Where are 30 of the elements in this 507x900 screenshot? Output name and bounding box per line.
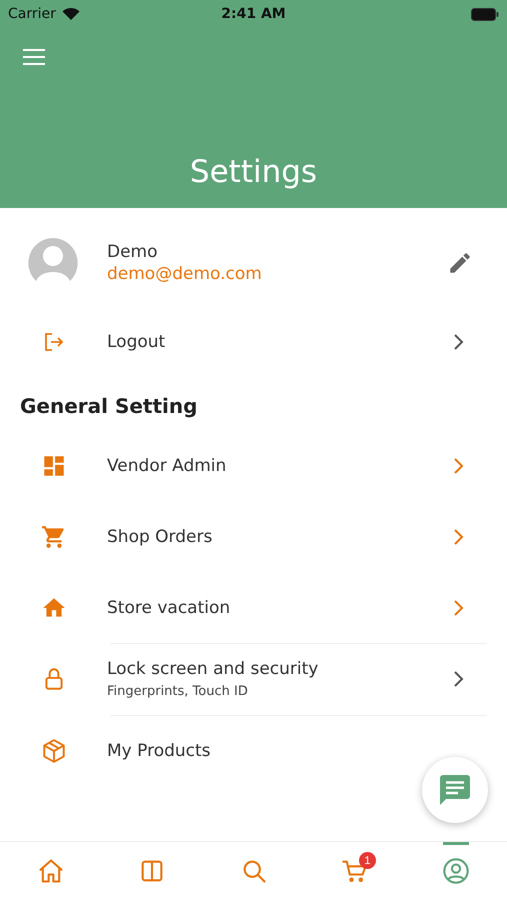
item-label: Lock screen and security [107, 659, 320, 679]
profile-name: Demo [107, 242, 159, 262]
carrier-label: Carrier [8, 6, 56, 22]
settings-item[interactable]: Store vacation [0, 572, 507, 643]
settings-item[interactable]: Vendor Admin [0, 430, 507, 501]
item-label: Store vacation [107, 598, 232, 618]
page-title: Settings [188, 154, 318, 190]
settings-item[interactable]: Shop Orders [0, 501, 507, 572]
status-time: 2:41 AM [220, 6, 287, 22]
menu-icon [22, 48, 46, 66]
chat-button[interactable] [422, 757, 488, 823]
settings-item[interactable]: My Products [0, 715, 507, 786]
battery-icon [471, 8, 500, 20]
chat-icon [437, 772, 473, 808]
box-icon [40, 738, 66, 764]
item-label: Vendor Admin [107, 456, 228, 476]
tab-button[interactable]: 1 [304, 842, 406, 900]
item-label: My Products [107, 740, 212, 760]
section-title: General Setting [20, 394, 198, 418]
profile-email: demo@demo.com [107, 264, 263, 284]
profile-icon [442, 857, 470, 885]
wifi-icon [62, 7, 80, 21]
cart-icon [40, 524, 66, 550]
menu-button[interactable] [22, 46, 48, 68]
settings-item[interactable]: Lock screen and security Fingerprints, Touch ID [0, 643, 507, 715]
home-icon [36, 857, 65, 885]
item-label: Shop Orders [107, 526, 214, 546]
logout-row[interactable]: Logout [0, 318, 507, 366]
item-subtitle: Fingerprints, Touch ID [107, 684, 249, 699]
cart-badge: 1 [358, 852, 376, 869]
